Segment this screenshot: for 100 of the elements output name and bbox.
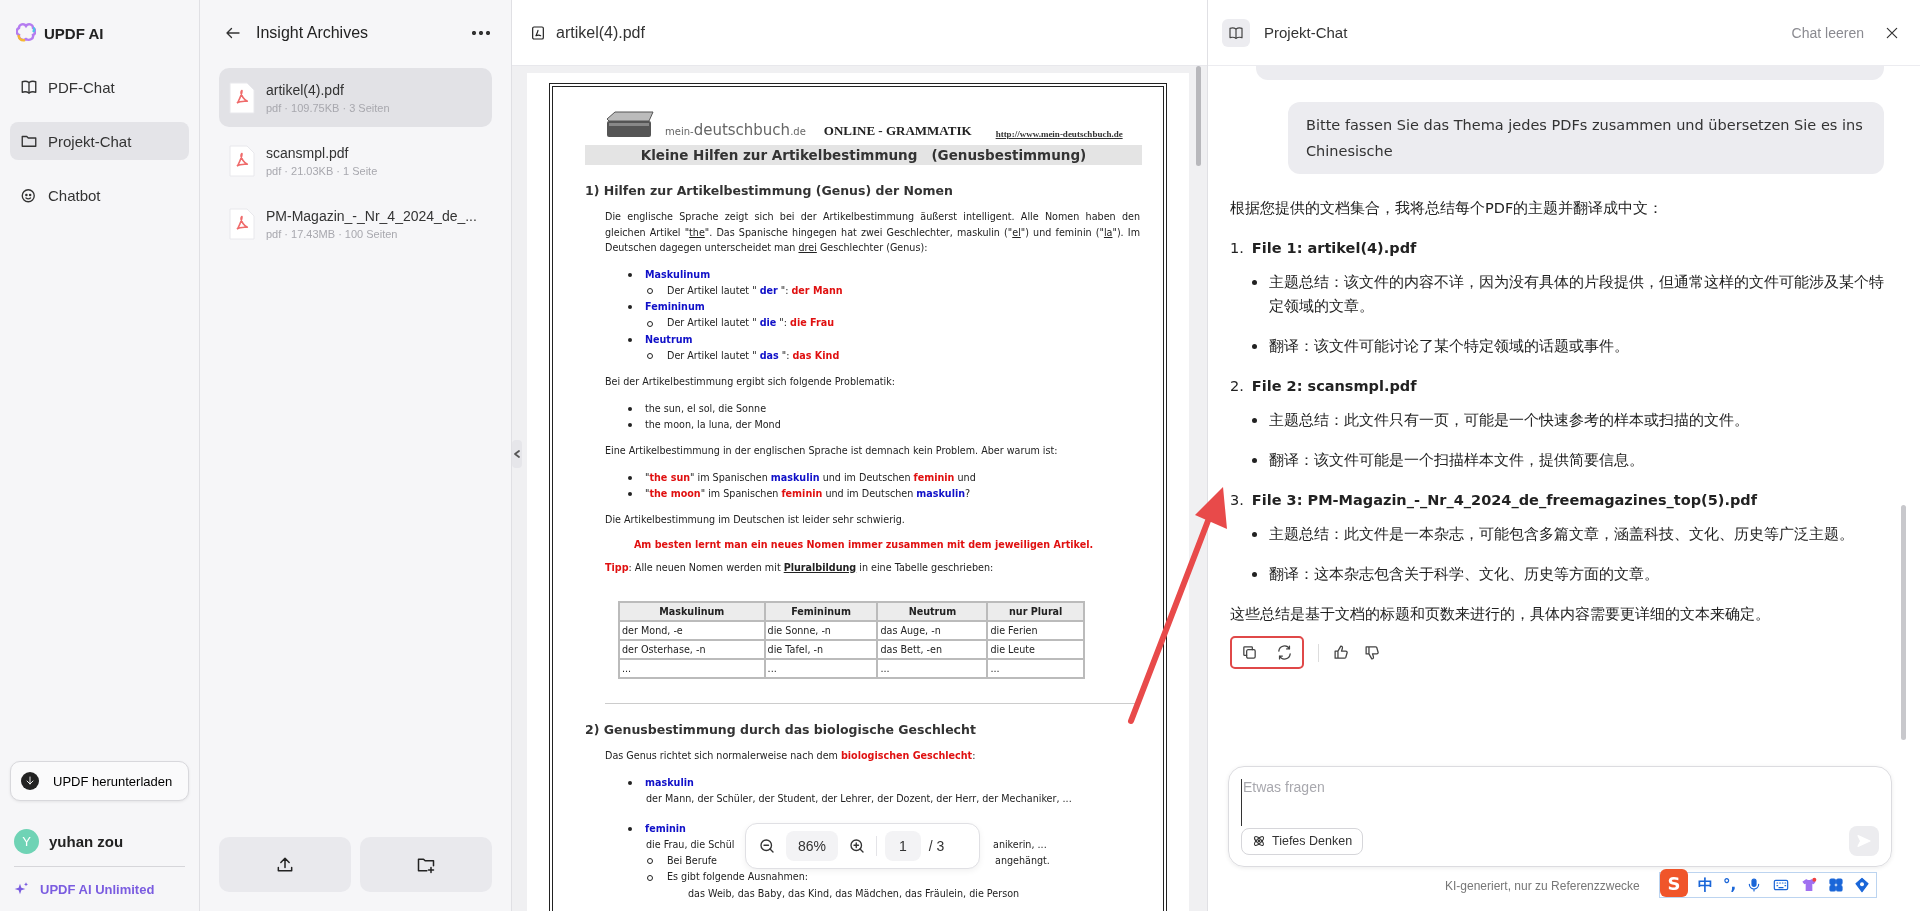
document-paragraph: Das Genus richtet sich normalerweise nach dem biologischen Geschlecht:: [605, 749, 977, 764]
bullet-icon: [628, 337, 632, 342]
website-link[interactable]: http://www.mein-deutschbuch.de: [995, 129, 1123, 139]
bullet-icon: [1252, 458, 1257, 463]
list-item-text: feminin: [645, 821, 686, 836]
plan-link[interactable]: UPDF AI Unlimited: [14, 881, 185, 897]
keyboard-icon[interactable]: [1772, 877, 1791, 893]
punctuation-toggle[interactable]: °,: [1723, 876, 1737, 894]
list-item-text: Es gibt folgende Ausnahmen:: [667, 870, 809, 885]
list-item-text: Der Artikel lautet " der ": der Mann: [667, 283, 843, 298]
list-item-text: the sun, el sol, die Sonne: [645, 401, 767, 416]
file-item[interactable]: scansmpl.pdf pdf · 21.03KB · 1 Seite: [219, 131, 492, 190]
nav-item[interactable]: PDF-Chat: [10, 68, 189, 106]
pdf-document-icon: [530, 24, 546, 41]
table-cell: ...: [619, 659, 765, 679]
answer-text: 根据您提供的文档集合，我将总结每个PDF的主题并翻译成中文：: [1230, 199, 1665, 218]
file-heading: File 2: scansmpl.pdf: [1251, 377, 1417, 396]
list-item-text: Maskulinum: [645, 267, 711, 282]
page-total: / 3: [928, 838, 945, 854]
project-title: Insight Archives: [256, 24, 370, 42]
answer-point: 翻译：该文件可能讨论了某个特定领域的话题或事件。: [1269, 337, 1629, 356]
thumbs-up-button[interactable]: [1333, 644, 1350, 661]
answer-point: 主题总结：此文件只有一页，可能是一个快速参考的样本或扫描的文件。: [1269, 411, 1749, 430]
site-logo-text: mein-deutschbuch.de: [665, 121, 806, 139]
disclaimer-text: KI-generiert, nur zu Referenzzwecke: [1445, 879, 1640, 893]
file-heading: File 1: artikel(4).pdf: [1251, 239, 1417, 258]
bullet-icon: [628, 305, 632, 310]
document-title: Kleine Hilfen zur Artikelbestimmung (Genusbestimmung): [585, 145, 1142, 165]
file-name: scansmpl.pdf: [266, 144, 350, 161]
regenerate-button[interactable]: [1276, 644, 1293, 661]
list-item-text: maskulin: [645, 775, 694, 790]
document-text: angehängt.: [995, 854, 1050, 869]
more-button[interactable]: [472, 31, 490, 35]
document-heading: 2) Genusbestimmung durch das biologische Geschlecht: [585, 722, 977, 738]
logo-icon: [16, 23, 36, 43]
table-cell: der Mond, -e: [619, 621, 765, 641]
bullet-icon: [628, 476, 632, 480]
list-item-text: Der Artikel lautet " die ": die Frau: [667, 316, 835, 331]
collapse-handle[interactable]: [512, 440, 522, 468]
list-item-text: der Mann, der Schüler, der Student, der Lehrer, der Dozent, der Herr, der Mechaniker, ...: [646, 792, 1072, 807]
table-header-cell: nur Plural: [987, 602, 1084, 622]
table-cell: die Ferien: [987, 621, 1084, 641]
document-paragraph: Die Artikelbestimmung im Deutschen ist leider sehr schwierig.: [605, 513, 906, 528]
thumbs-up-icon: [1333, 644, 1350, 661]
app-name: UPDF AI: [44, 24, 104, 42]
download-button[interactable]: UPDF herunterladen: [10, 761, 189, 801]
nav-item[interactable]: Projekt-Chat: [10, 122, 189, 160]
scrollbar-thumb[interactable]: [1196, 66, 1201, 166]
bullet-icon: [628, 492, 632, 497]
book-icon: [1228, 24, 1244, 41]
file-item[interactable]: PM-Magazin_-_Nr_4_2024_de_... pdf · 17.43MB · 100 Seiten: [219, 194, 492, 253]
deep-thinking-button[interactable]: Tiefes Denken: [1241, 827, 1364, 855]
book-button[interactable]: [1222, 18, 1250, 47]
document-text: die Frau, die Schül: [646, 837, 735, 852]
document-paragraph: Die englische Sprache zeigt sich bei der Artikelbestimmung äußerst intelligent. Alle Nomen haben den gleichen Artikel "the". Das Spanische hingegen hat zwei Geschlechter, maskulin ("el") und feminin ("la"). Im Deutschen dagegen unterscheidet man drei Geschlechter (Genus):: [605, 210, 1140, 255]
answer-point: 主题总结：此文件是一本杂志，可能包含多篇文章，涵盖科技、文化、历史等广泛主题。: [1269, 525, 1854, 544]
bullet-icon: [1252, 344, 1257, 349]
input-mode-toggle[interactable]: 中: [1698, 875, 1713, 895]
download-icon: [24, 775, 36, 787]
file-heading: File 3: PM-Magazin_-_Nr_4_2024_de_freemagazines_top(5).pdf: [1251, 491, 1757, 511]
document-note: Am besten lernt man ein neues Nomen immer zusammen mit dem jeweiligen Artikel.: [632, 538, 1095, 550]
user-message: Bitte fassen Sie das Thema jedes PDFs zusammen und übersetzen Sie es ins Chinesische: [1288, 102, 1884, 174]
table-header-cell: Neutrum: [877, 602, 988, 622]
list-item-text: the moon, la luna, der Mond: [645, 418, 781, 433]
thumbs-down-icon: [1364, 644, 1381, 661]
shirt-icon[interactable]: [1800, 877, 1819, 893]
book-icon: [20, 78, 38, 96]
answer-point: 翻译：该文件可能是一个扫描样本文件，提供简要信息。: [1269, 451, 1644, 470]
atom-icon: [1252, 834, 1266, 848]
user-name: yuhan zou: [49, 833, 124, 850]
answer-point: 翻译：这本杂志包含关于科学、文化、历史等方面的文章。: [1269, 565, 1659, 584]
list-item-text: das Weib, das Baby, das Kind, das Mädchen, das Fräulein, die Person: [688, 886, 1020, 901]
table-cell: ...: [764, 659, 878, 679]
table-cell: das Auge, -n: [877, 621, 988, 641]
copy-button[interactable]: [1241, 644, 1258, 661]
page-number-field[interactable]: 1: [885, 831, 921, 861]
message-input[interactable]: Etwas fragen: [1241, 779, 1443, 826]
nav-item[interactable]: Chatbot: [10, 176, 189, 214]
file-name: PM-Magazin_-_Nr_4_2024_de_...: [266, 207, 477, 224]
answer-text: 这些总结是基于文档的标题和页数来进行的，具体内容需要更详细的文本来确定。: [1230, 605, 1771, 624]
bullet-icon: [1252, 418, 1257, 423]
file-meta: pdf · 21.03KB · 1 Seite: [266, 164, 378, 177]
document-paragraph: Tipp: Alle neuen Nomen werden mit Pluralbildung in eine Tabelle geschrieben:: [605, 560, 995, 575]
more-icon: [472, 31, 490, 35]
thumbs-down-button[interactable]: [1364, 644, 1381, 661]
bullet-icon: [628, 406, 632, 411]
document-text: anikerin, ...: [993, 837, 1047, 852]
table-cell: die Tafel, -n: [764, 640, 878, 660]
chevron-left-icon: [513, 449, 521, 459]
document-text: Bei Berufe: [667, 854, 717, 869]
zoom-level[interactable]: 86%: [786, 831, 839, 861]
copy-icon: [1241, 644, 1258, 661]
bullet-icon: [628, 826, 632, 831]
scrollbar-thumb[interactable]: [1901, 505, 1906, 740]
clear-chat-button[interactable]: Chat leeren: [1785, 23, 1870, 42]
list-number: 3.: [1230, 491, 1244, 510]
bullet-icon: [628, 781, 632, 786]
table-cell: ...: [877, 659, 988, 679]
grid-icon[interactable]: [1828, 877, 1845, 893]
list-item-text: "the moon" im Spanischen feminin und im Deutschen maskulin?: [645, 487, 971, 502]
